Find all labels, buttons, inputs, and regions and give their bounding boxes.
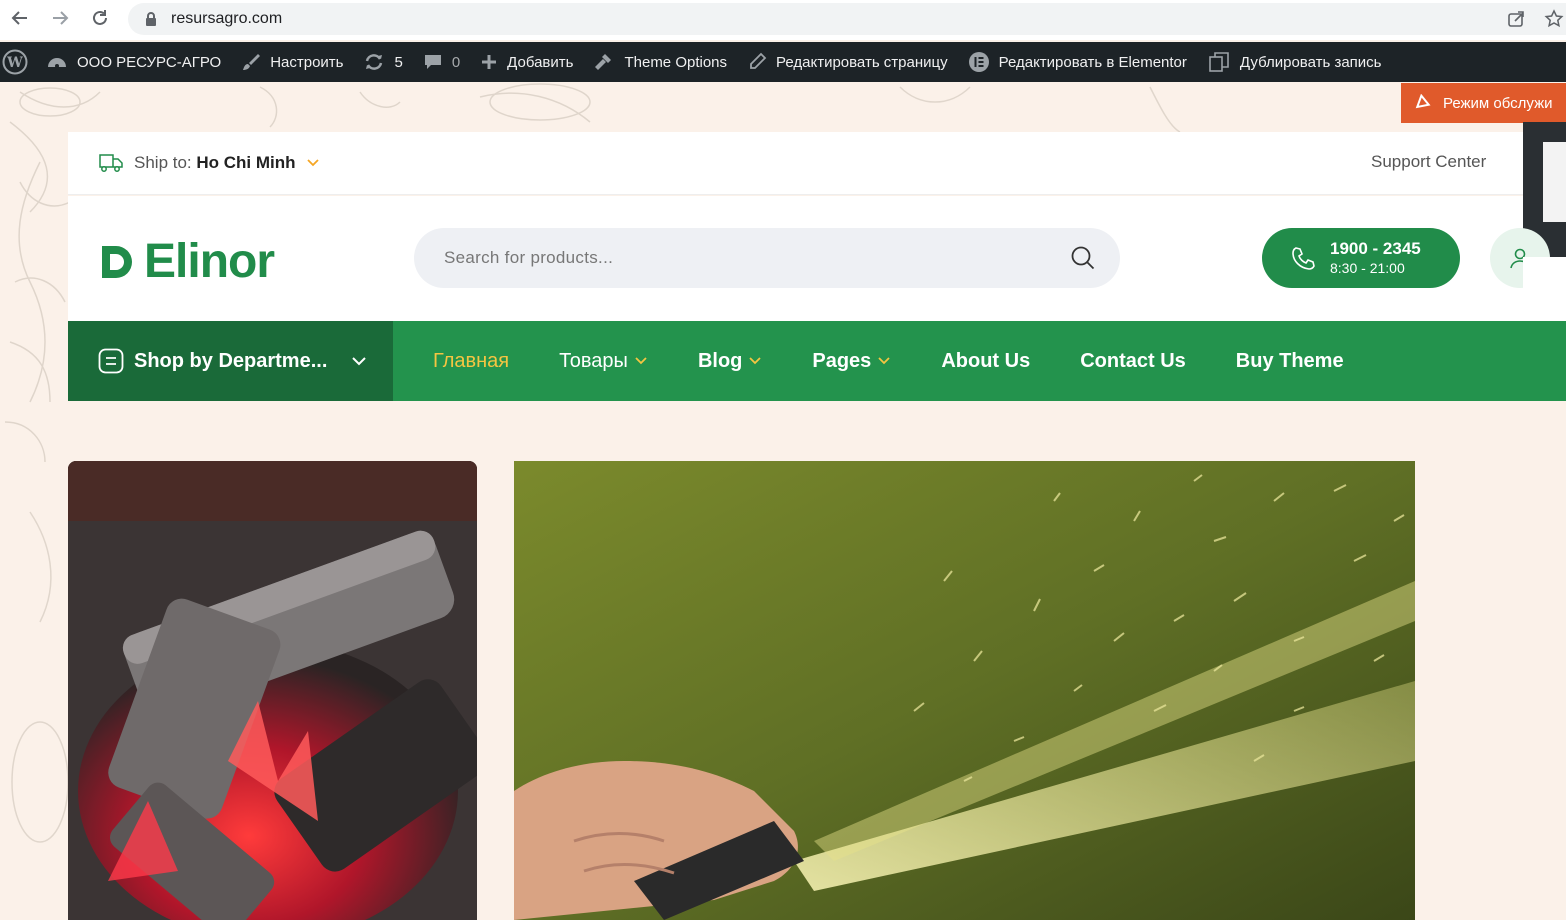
pencil-icon [750, 52, 767, 69]
duplicate-icon [1209, 52, 1229, 72]
search-bar [414, 228, 1120, 288]
browser-toolbar: resursagro.com [0, 0, 1566, 40]
main-navigation: Shop by Departme... Главная Товары Blog … [68, 321, 1566, 401]
nav-item-label: About Us [941, 349, 1031, 372]
nav-links: Главная Товары Blog Pages About Us Conta… [433, 350, 1394, 373]
edit-elementor-link[interactable]: Редактировать в Elementor [958, 42, 1197, 82]
banner-charcoal[interactable] [68, 461, 477, 920]
nav-item-contact[interactable]: Contact Us [1080, 350, 1186, 373]
site-name: ООО РЕСУРС-АГРО [77, 53, 222, 71]
truck-icon [99, 154, 123, 172]
hammer-icon [595, 54, 612, 70]
wordpress-menu[interactable]: W [0, 42, 36, 82]
share-icon[interactable] [1506, 9, 1526, 29]
svg-text:W: W [6, 55, 23, 71]
reload-button[interactable] [80, 0, 120, 36]
nav-item-label: Главная [433, 349, 510, 372]
ship-city: Ho Chi Minh [196, 153, 296, 172]
add-new-label: Добавить [507, 53, 574, 71]
chevron-down-icon [635, 357, 647, 365]
chevron-down-icon [878, 357, 890, 365]
charcoal-image [68, 461, 477, 920]
edit-page-label: Редактировать страницу [776, 53, 948, 71]
site-name-link[interactable]: ООО РЕСУРС-АГРО [36, 42, 231, 82]
water-hose-image [514, 461, 1415, 920]
phone-icon [1292, 247, 1315, 270]
back-button[interactable] [0, 0, 40, 36]
theme-options-label: Theme Options [624, 53, 728, 71]
updates-link[interactable]: 5 [353, 42, 412, 82]
chevron-down-icon [352, 357, 367, 366]
maintenance-icon [1415, 94, 1431, 109]
address-bar[interactable]: resursagro.com [128, 3, 1566, 35]
nav-item-blog[interactable]: Blog [698, 350, 762, 373]
nav-item-label: Buy Theme [1235, 349, 1344, 372]
logo-text: Elinor [144, 235, 275, 288]
updates-icon [366, 54, 383, 70]
nav-item-label: Blog [697, 349, 743, 372]
header-extension [1523, 257, 1566, 321]
arrow-left-icon [11, 11, 27, 25]
nav-item-products[interactable]: Товары [559, 350, 648, 373]
department-label: Shop by Departme... [134, 349, 328, 372]
duplicate-link[interactable]: Дублировать запись [1197, 42, 1392, 82]
plus-icon [482, 55, 497, 69]
comment-icon [424, 55, 441, 69]
hotline-button[interactable]: 1900 - 2345 8:30 - 21:00 [1262, 228, 1460, 288]
logo-mark-icon [102, 245, 132, 278]
wordpress-icon: W [2, 49, 28, 75]
url-text: resursagro.com [171, 10, 283, 27]
dashboard-icon [48, 58, 66, 68]
theme-options-link[interactable]: Theme Options [583, 42, 737, 82]
comments-link[interactable]: 0 [413, 42, 470, 82]
edit-elementor-label: Редактировать в Elementor [998, 53, 1187, 71]
ship-label: Ship to: [134, 153, 192, 172]
customize-label: Настроить [270, 53, 344, 71]
search-icon[interactable] [1070, 245, 1096, 271]
site-logo[interactable]: Elinor [98, 234, 275, 289]
shop-by-department-button[interactable]: Shop by Departme... [68, 321, 393, 401]
phone-hours: 8:30 - 21:00 [1330, 260, 1405, 276]
nav-item-label: Pages [812, 349, 872, 372]
add-new-link[interactable]: Добавить [470, 42, 583, 82]
nav-item-about[interactable]: About Us [941, 350, 1030, 373]
forward-button[interactable] [40, 0, 80, 36]
customize-link[interactable]: Настроить [231, 42, 353, 82]
phone-number: 1900 - 2345 [1330, 239, 1421, 258]
header-top-strip: Ship to: Ho Chi Minh Support Center [68, 132, 1566, 195]
chevron-down-icon [749, 357, 762, 365]
maintenance-badge[interactable]: Режим обслужи [1401, 83, 1566, 123]
nav-item-buy-theme[interactable]: Buy Theme [1236, 350, 1344, 373]
banner-water-hose[interactable] [514, 461, 1415, 920]
search-input[interactable] [444, 248, 1044, 268]
nav-item-home[interactable]: Главная [433, 350, 509, 373]
elementor-icon [968, 52, 989, 72]
edit-page-link[interactable]: Редактировать страницу [737, 42, 958, 82]
updates-count: 5 [394, 53, 403, 71]
main-header: Elinor 1900 - 2345 8:30 - 21:00 [68, 196, 1550, 321]
support-center-link[interactable]: Support Center [1371, 152, 1486, 172]
comments-count: 0 [451, 53, 461, 71]
nav-item-label: Товары [559, 349, 628, 372]
star-icon[interactable] [1544, 9, 1564, 29]
ship-to-selector[interactable]: Ship to: Ho Chi Minh [98, 151, 320, 175]
maintenance-label: Режим обслужи [1443, 94, 1553, 112]
wp-admin-bar: W ООО РЕСУРС-АГРО Настроить 5 0 Добавить… [0, 42, 1566, 82]
nav-item-pages[interactable]: Pages [812, 350, 891, 373]
duplicate-label: Дублировать запись [1239, 53, 1382, 71]
chevron-down-icon [306, 159, 319, 167]
menu-icon [98, 348, 124, 374]
nav-item-label: Contact Us [1080, 349, 1186, 372]
brush-icon [243, 54, 261, 70]
arrow-right-icon [53, 11, 69, 25]
reload-icon [93, 10, 107, 25]
lock-icon [146, 12, 156, 26]
